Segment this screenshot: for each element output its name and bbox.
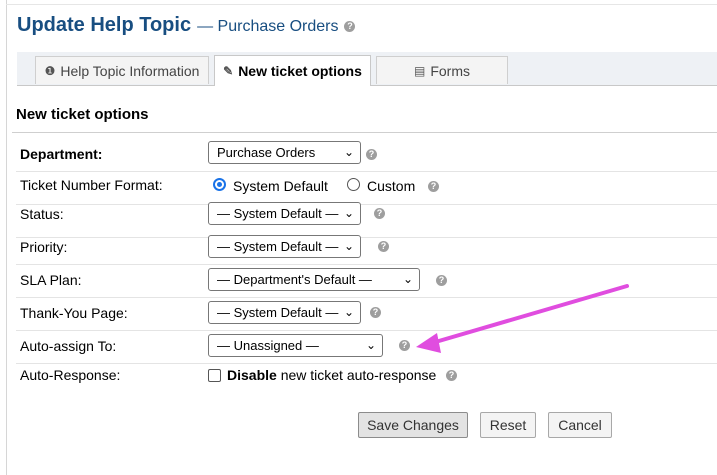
- annotation-arrow: [416, 284, 629, 353]
